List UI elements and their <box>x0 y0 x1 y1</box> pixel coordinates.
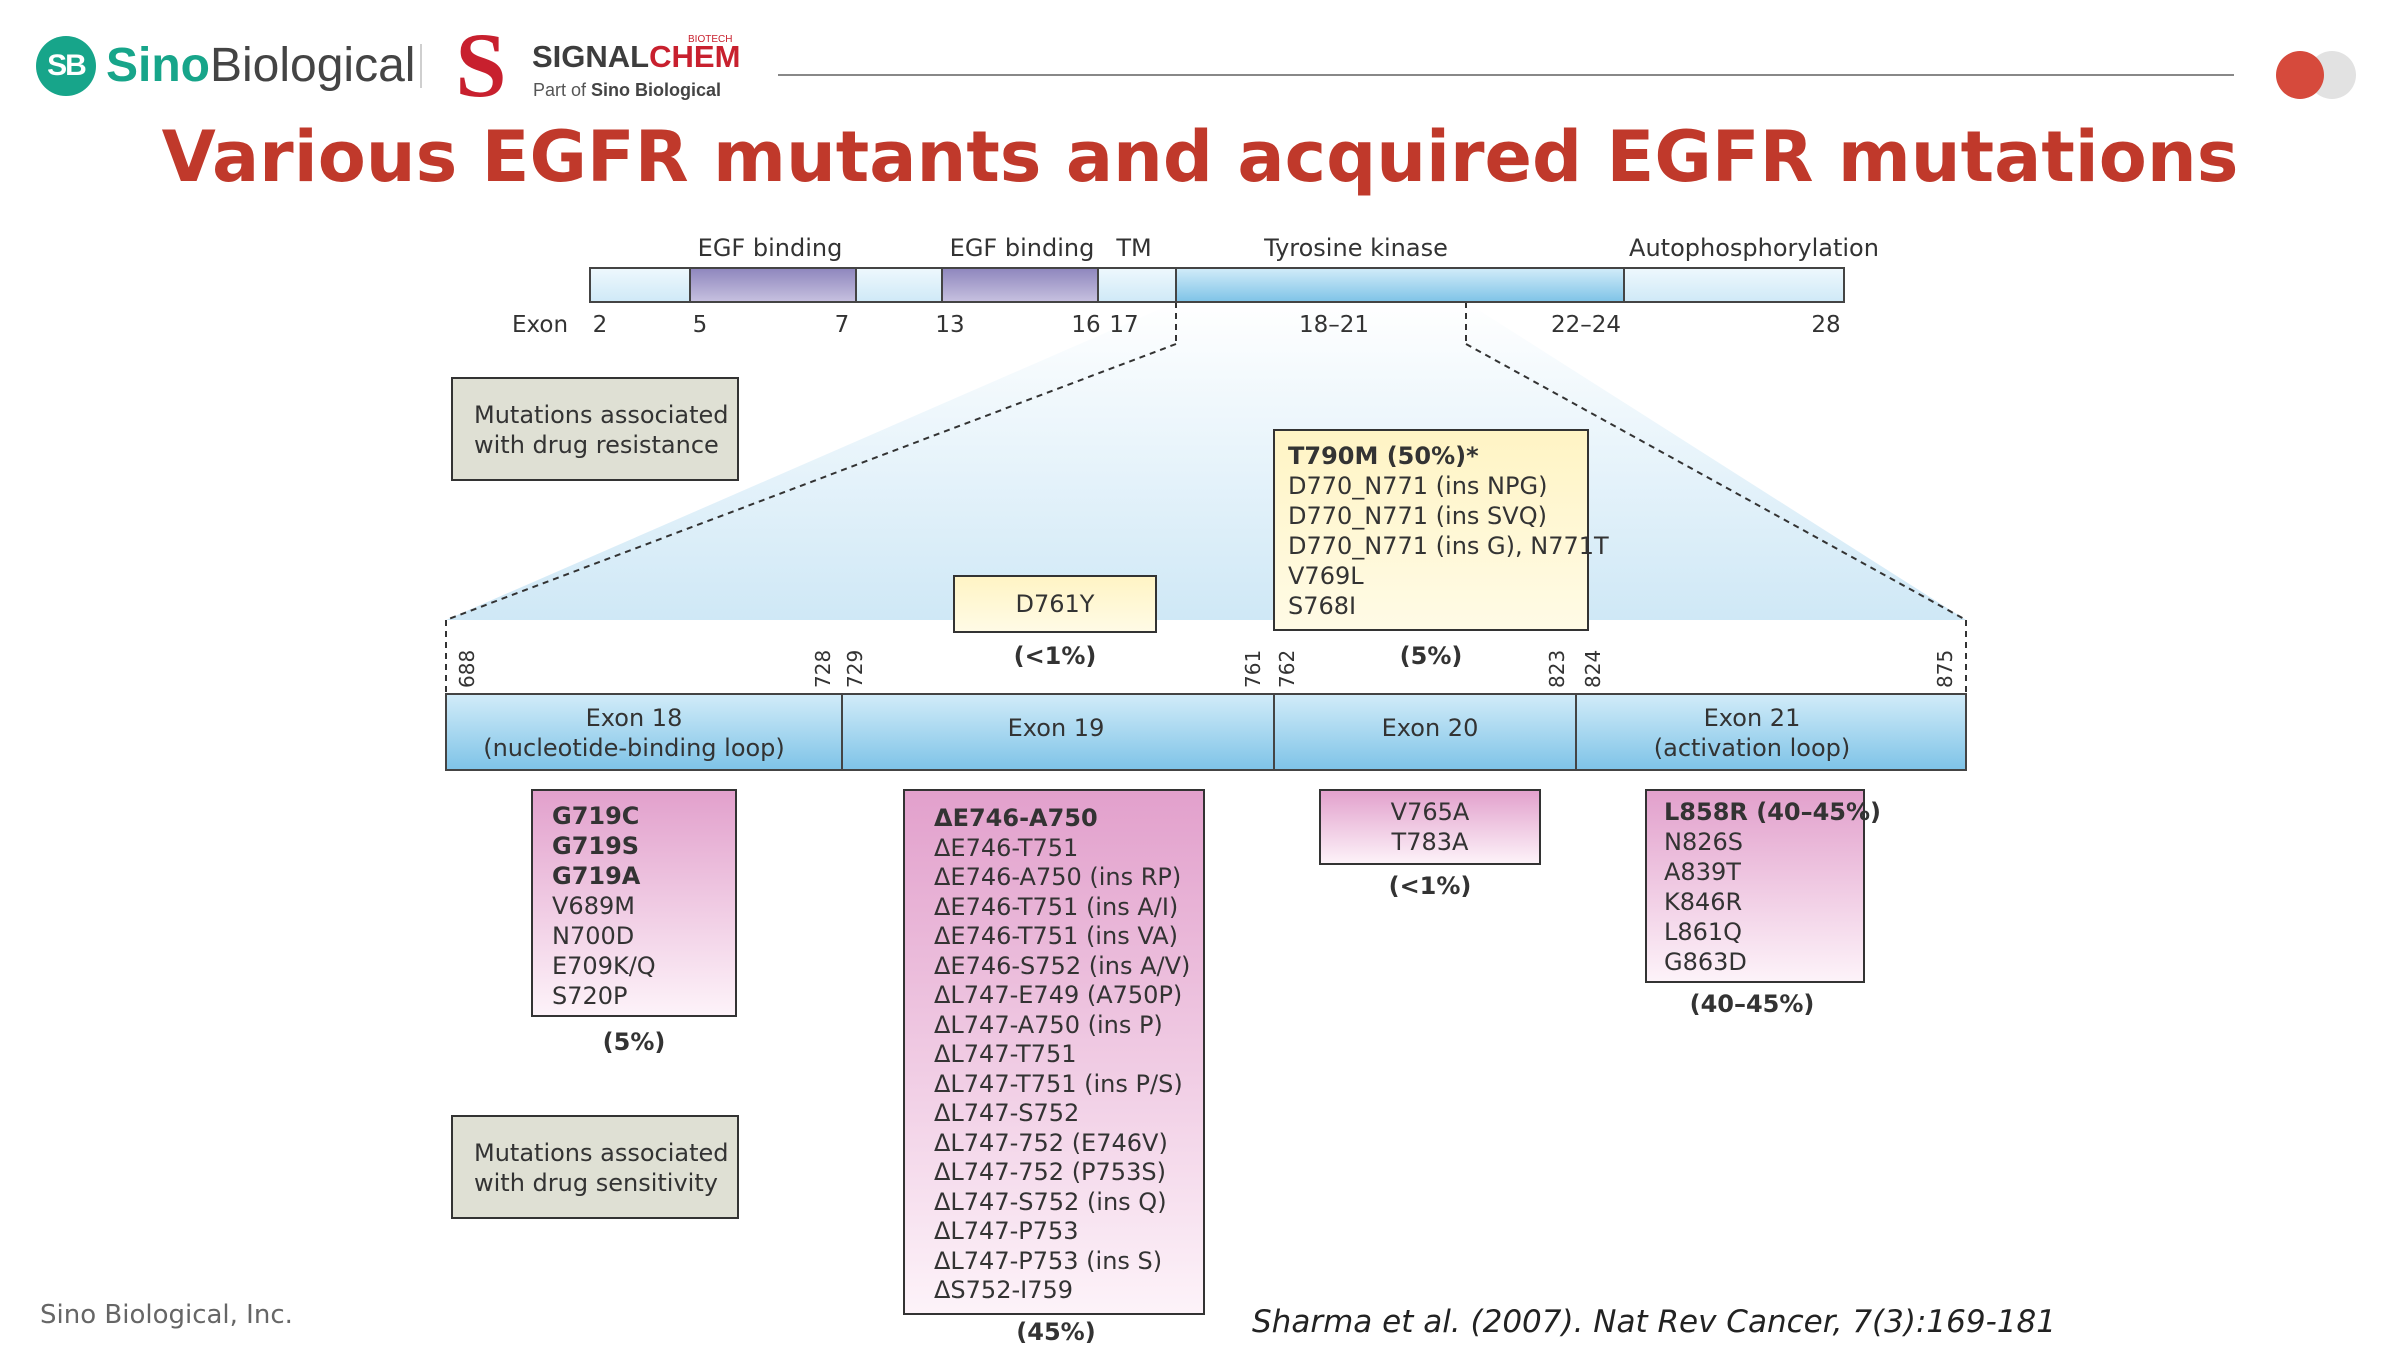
exon-number: 18–21 <box>1299 312 1369 338</box>
exon-number: 22–24 <box>1551 312 1621 338</box>
mutation-item: ΔL747-752 (E746V) <box>934 1129 1168 1157</box>
mutation-item: S768I <box>1288 592 1356 620</box>
mutation-item: ΔE746-T751 <box>934 834 1078 862</box>
domain-bar <box>589 267 1845 303</box>
mutation-item: ΔL747-T751 (ins P/S) <box>934 1070 1183 1098</box>
sensitivity-exon19-pct: (45%) <box>1016 1318 1095 1346</box>
domain-egf-binding-2 <box>941 267 1099 303</box>
position-numbers: 688 728 729 761 762 823 824 875 <box>455 650 1957 688</box>
mutation-item: N826S <box>1664 828 1743 856</box>
domain-labels: EGF binding EGF binding TM Tyrosine kina… <box>698 234 1879 262</box>
mutation-item: ΔE746-A750 <box>934 804 1098 832</box>
sensitivity-exon20-pct: (<1%) <box>1389 872 1472 900</box>
mutation-item: V689M <box>552 892 635 920</box>
mutation-item: ΔE746-T751 (ins A/I) <box>934 893 1178 921</box>
position-number: 728 <box>811 650 835 688</box>
mutation-item: ΔL747-S752 <box>934 1099 1079 1127</box>
resistance-d761y-pct: (<1%) <box>1014 642 1097 670</box>
mutation-item: G719S <box>552 832 639 860</box>
mutation-item: ΔL747-S752 (ins Q) <box>934 1188 1167 1216</box>
mutation-item: T783A <box>1391 828 1469 856</box>
domain-egf-binding-1 <box>689 267 857 303</box>
domain-autophosphorylation <box>1623 267 1845 303</box>
exon18-sublabel: (nucleotide-binding loop) <box>483 734 785 762</box>
resistance-d761y: D761Y <box>1016 590 1095 618</box>
label-tm: TM <box>1115 234 1151 262</box>
legend-resistance-line2: with drug resistance <box>474 431 719 459</box>
mutation-item: ΔE746-S752 (ins A/V) <box>934 952 1190 980</box>
sensitivity-exon21-pct: (40–45%) <box>1690 990 1815 1018</box>
mutation-item: A839T <box>1664 858 1741 886</box>
mutation-item: D770_N771 (ins SVQ) <box>1288 502 1547 530</box>
label-egf-binding-1: EGF binding <box>698 234 843 262</box>
label-egf-binding-2: EGF binding <box>950 234 1095 262</box>
mutation-item: L858R (40–45%) <box>1664 798 1881 826</box>
exon-number: 13 <box>935 312 964 338</box>
footer-citation: Sharma et al. (2007). Nat Rev Cancer, 7(… <box>1252 1304 2056 1340</box>
exon21-label: Exon 21 <box>1704 704 1801 732</box>
position-number: 875 <box>1933 650 1957 688</box>
legend-sensitivity-line2: with drug sensitivity <box>474 1169 718 1197</box>
exon18-label: Exon 18 <box>586 704 683 732</box>
legend-resistance-line1: Mutations associated <box>474 401 729 429</box>
label-autophosphorylation: Autophosphorylation <box>1629 234 1879 262</box>
mutation-item: G719A <box>552 862 641 890</box>
exon-label: Exon <box>512 312 568 338</box>
mutation-item: S720P <box>552 982 628 1010</box>
mutation-item: T790M (50%)* <box>1288 442 1479 470</box>
mutation-item: K846R <box>1664 888 1742 916</box>
position-number: 762 <box>1275 650 1299 688</box>
mutation-item: D770_N771 (ins NPG) <box>1288 472 1547 500</box>
exon-number: 7 <box>835 312 850 338</box>
domain-segment <box>589 267 691 303</box>
mutation-item: ΔL747-E749 (A750P) <box>934 981 1182 1009</box>
exon-number: 5 <box>693 312 708 338</box>
mutation-item: V765A <box>1391 798 1470 826</box>
domain-tm <box>1097 267 1177 303</box>
mutation-item: ΔE746-A750 (ins RP) <box>934 863 1181 891</box>
footer-company: Sino Biological, Inc. <box>40 1300 293 1330</box>
mutation-item: ΔS752-I759 <box>934 1276 1073 1304</box>
mutation-item: ΔL747-752 (P753S) <box>934 1158 1166 1186</box>
position-number: 688 <box>455 650 479 688</box>
label-tyrosine-kinase: Tyrosine kinase <box>1263 234 1448 262</box>
position-number: 823 <box>1545 650 1569 688</box>
mutation-item: ΔL747-T751 <box>934 1040 1077 1068</box>
position-number: 729 <box>843 650 867 688</box>
resistance-exon20-pct: (5%) <box>1400 642 1463 670</box>
position-number: 824 <box>1581 650 1605 688</box>
exon-number: 28 <box>1811 312 1840 338</box>
mutation-item: ΔL747-P753 <box>934 1217 1079 1245</box>
sensitivity-exon18-pct: (5%) <box>603 1028 666 1056</box>
mutation-item: V769L <box>1288 562 1364 590</box>
mutation-item: G719C <box>552 802 639 830</box>
exon-number: 17 <box>1109 312 1138 338</box>
mutation-item: G863D <box>1664 948 1747 976</box>
mutation-item: D770_N771 (ins G), N771T <box>1288 532 1609 560</box>
egfr-mutation-diagram: EGF binding EGF binding TM Tyrosine kina… <box>445 234 1967 1346</box>
legend-sensitivity-line1: Mutations associated <box>474 1139 729 1167</box>
exon21-sublabel: (activation loop) <box>1654 734 1851 762</box>
exon-number: 16 <box>1071 312 1100 338</box>
exon20-label: Exon 20 <box>1382 714 1479 742</box>
domain-tyrosine-kinase <box>1175 267 1625 303</box>
legend-sensitivity-box <box>451 1115 739 1219</box>
mutation-item: ΔE746-T751 (ins VA) <box>934 922 1178 950</box>
mutation-item: N700D <box>552 922 634 950</box>
domain-segment <box>855 267 943 303</box>
legend-resistance-box <box>451 377 739 481</box>
exon19-label: Exon 19 <box>1008 714 1105 742</box>
exon-number: 2 <box>593 312 608 338</box>
mutation-item: E709K/Q <box>552 952 656 980</box>
mutation-item: ΔL747-A750 (ins P) <box>934 1011 1163 1039</box>
mutation-item: L861Q <box>1664 918 1742 946</box>
position-number: 761 <box>1241 650 1265 688</box>
mutation-item: ΔL747-P753 (ins S) <box>934 1247 1162 1275</box>
